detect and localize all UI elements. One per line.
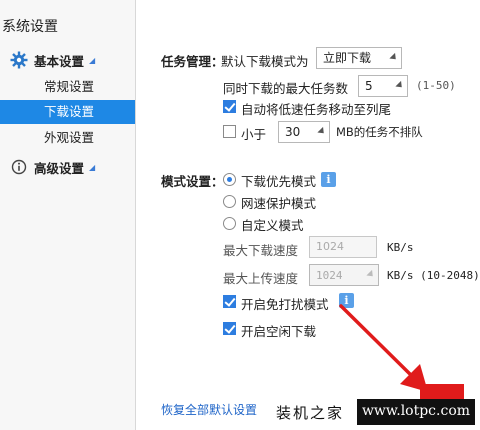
watermark-url: www.lotpc.com xyxy=(357,399,475,425)
watermark-brand: 装机之家 xyxy=(276,404,345,422)
annotation-arrow xyxy=(339,304,428,392)
